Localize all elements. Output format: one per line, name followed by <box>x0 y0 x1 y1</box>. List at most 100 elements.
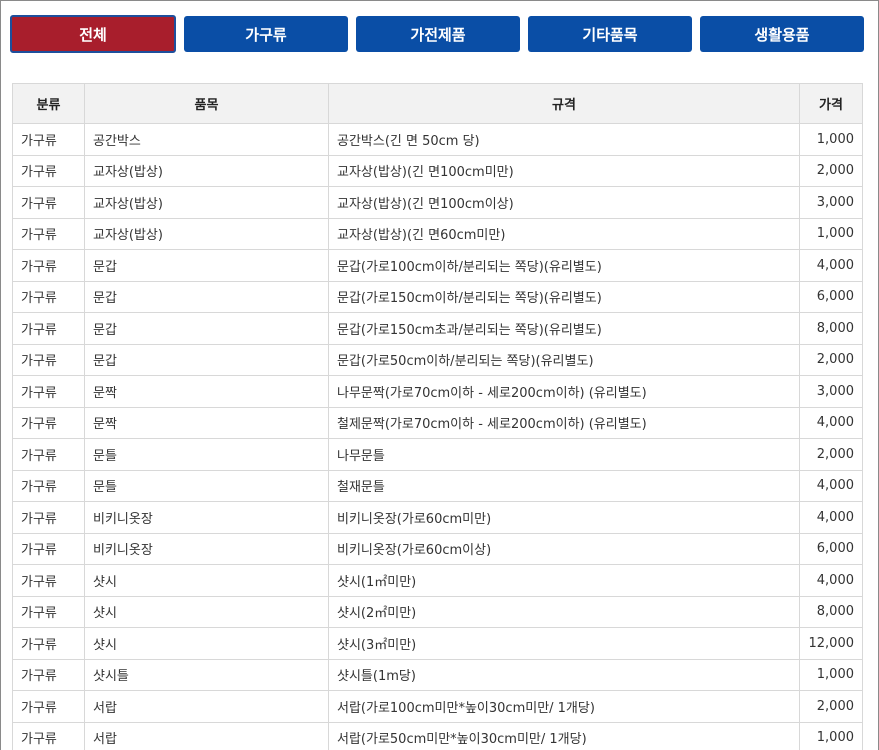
header-item: 품목 <box>84 83 329 124</box>
tab-all[interactable]: 전체 <box>10 15 176 53</box>
table-row: 가구류 샷시 샷시(2㎡미만) 8,000 <box>12 595 863 628</box>
cell-item: 교자상(밥상) <box>84 217 329 250</box>
cell-spec: 샷시(3㎡미만) <box>328 627 800 660</box>
cell-price: 8,000 <box>799 312 863 345</box>
cell-price: 2,000 <box>799 343 863 376</box>
cell-category: 가구류 <box>12 249 85 282</box>
cell-item: 비키니옷장 <box>84 532 329 565</box>
cell-price: 2,000 <box>799 438 863 471</box>
fee-table: 분류 품목 규격 가격 가구류 공간박스 공간박스(긴 면 50cm 당) 1,000… <box>12 83 863 750</box>
cell-category: 가구류 <box>12 658 85 691</box>
cell-category: 가구류 <box>12 406 85 439</box>
cell-spec: 샷시(1㎡미만) <box>328 564 800 597</box>
table-row: 가구류 서랍 서랍(가로100cm미만*높이30cm미만/ 1개당) 2,000 <box>12 690 863 723</box>
cell-spec: 서랍(가로100cm미만*높이30cm미만/ 1개당) <box>328 690 800 723</box>
cell-spec: 샷시(2㎡미만) <box>328 595 800 628</box>
cell-spec: 문갑(가로100cm이하/분리되는 쪽당)(유리별도) <box>328 249 800 282</box>
cell-item: 샷시 <box>84 595 329 628</box>
cell-category: 가구류 <box>12 154 85 187</box>
cell-category: 가구류 <box>12 690 85 723</box>
cell-item: 샷시 <box>84 627 329 660</box>
cell-spec: 공간박스(긴 면 50cm 당) <box>328 123 800 156</box>
cell-price: 12,000 <box>799 627 863 660</box>
cell-spec: 철제문짝(가로70cm이하 - 세로200cm이하) (유리별도) <box>328 406 800 439</box>
cell-price: 2,000 <box>799 690 863 723</box>
fee-table-container: 분류 품목 규격 가격 가구류 공간박스 공간박스(긴 면 50cm 당) 1,000… <box>12 83 863 750</box>
table-header-row: 분류 품목 규격 가격 <box>12 83 863 124</box>
cell-item: 샷시 <box>84 564 329 597</box>
cell-category: 가구류 <box>12 343 85 376</box>
cell-spec: 나무문짝(가로70cm이하 - 세로200cm이하) (유리별도) <box>328 375 800 408</box>
cell-item: 문짝 <box>84 375 329 408</box>
cell-item: 비키니옷장 <box>84 501 329 534</box>
cell-price: 3,000 <box>799 375 863 408</box>
cell-spec: 샷시틀(1m당) <box>328 658 800 691</box>
table-row: 가구류 문갑 문갑(가로150cm초과/분리되는 쪽당)(유리별도) 8,000 <box>12 312 863 345</box>
table-row: 가구류 문갑 문갑(가로50cm이하/분리되는 쪽당)(유리별도) 2,000 <box>12 343 863 376</box>
cell-spec: 문갑(가로150cm초과/분리되는 쪽당)(유리별도) <box>328 312 800 345</box>
cell-spec: 나무문틀 <box>328 438 800 471</box>
cell-price: 6,000 <box>799 280 863 313</box>
table-row: 가구류 문짝 철제문짝(가로70cm이하 - 세로200cm이하) (유리별도) 4,… <box>12 406 863 439</box>
cell-category: 가구류 <box>12 721 85 750</box>
cell-item: 문틀 <box>84 469 329 502</box>
table-row: 가구류 문갑 문갑(가로150cm이하/분리되는 쪽당)(유리별도) 6,000 <box>12 280 863 313</box>
cell-category: 가구류 <box>12 312 85 345</box>
table-row: 가구류 문틀 나무문틀 2,000 <box>12 438 863 471</box>
cell-price: 1,000 <box>799 721 863 750</box>
cell-category: 가구류 <box>12 375 85 408</box>
cell-spec: 서랍(가로50cm미만*높이30cm미만/ 1개당) <box>328 721 800 750</box>
table-row: 가구류 문갑 문갑(가로100cm이하/분리되는 쪽당)(유리별도) 4,000 <box>12 249 863 282</box>
cell-price: 8,000 <box>799 595 863 628</box>
table-row: 가구류 공간박스 공간박스(긴 면 50cm 당) 1,000 <box>12 123 863 156</box>
cell-price: 4,000 <box>799 469 863 502</box>
cell-spec: 비키니옷장(가로60cm미만) <box>328 501 800 534</box>
cell-item: 교자상(밥상) <box>84 186 329 219</box>
cell-spec: 교자상(밥상)(긴 면60cm미만) <box>328 217 800 250</box>
tab-appliances[interactable]: 가전제품 <box>356 16 520 52</box>
cell-price: 6,000 <box>799 532 863 565</box>
table-row: 가구류 교자상(밥상) 교자상(밥상)(긴 면100cm미만) 2,000 <box>12 154 863 187</box>
tab-household[interactable]: 생활용품 <box>700 16 864 52</box>
cell-item: 샷시틀 <box>84 658 329 691</box>
cell-category: 가구류 <box>12 501 85 534</box>
table-row: 가구류 샷시틀 샷시틀(1m당) 1,000 <box>12 658 863 691</box>
cell-category: 가구류 <box>12 438 85 471</box>
header-category: 분류 <box>12 83 85 124</box>
header-price: 가격 <box>799 83 863 124</box>
tab-furniture[interactable]: 가구류 <box>184 16 348 52</box>
cell-category: 가구류 <box>12 627 85 660</box>
table-row: 가구류 문틀 철재문틀 4,000 <box>12 469 863 502</box>
cell-spec: 문갑(가로50cm이하/분리되는 쪽당)(유리별도) <box>328 343 800 376</box>
table-row: 가구류 교자상(밥상) 교자상(밥상)(긴 면60cm미만) 1,000 <box>12 217 863 250</box>
table-row: 가구류 교자상(밥상) 교자상(밥상)(긴 면100cm이상) 3,000 <box>12 186 863 219</box>
cell-item: 교자상(밥상) <box>84 154 329 187</box>
cell-item: 문갑 <box>84 280 329 313</box>
cell-price: 4,000 <box>799 501 863 534</box>
cell-spec: 교자상(밥상)(긴 면100cm이상) <box>328 186 800 219</box>
cell-category: 가구류 <box>12 564 85 597</box>
category-tabs: 전체 가구류 가전제품 기타품목 생활용품 <box>10 15 864 53</box>
cell-category: 가구류 <box>12 217 85 250</box>
table-row: 가구류 문짝 나무문짝(가로70cm이하 - 세로200cm이하) (유리별도) 3,… <box>12 375 863 408</box>
cell-item: 서랍 <box>84 721 329 750</box>
cell-item: 문갑 <box>84 343 329 376</box>
table-row: 가구류 서랍 서랍(가로50cm미만*높이30cm미만/ 1개당) 1,000 <box>12 721 863 750</box>
cell-price: 3,000 <box>799 186 863 219</box>
cell-item: 문갑 <box>84 249 329 282</box>
table-row: 가구류 비키니옷장 비키니옷장(가로60cm이상) 6,000 <box>12 532 863 565</box>
header-spec: 규격 <box>328 83 800 124</box>
cell-item: 서랍 <box>84 690 329 723</box>
cell-spec: 문갑(가로150cm이하/분리되는 쪽당)(유리별도) <box>328 280 800 313</box>
cell-item: 공간박스 <box>84 123 329 156</box>
cell-category: 가구류 <box>12 280 85 313</box>
table-body: 가구류 공간박스 공간박스(긴 면 50cm 당) 1,000 가구류 교자상(밥상) 교자… <box>12 123 863 750</box>
cell-item: 문짝 <box>84 406 329 439</box>
cell-price: 1,000 <box>799 217 863 250</box>
cell-price: 4,000 <box>799 249 863 282</box>
tab-other-items[interactable]: 기타품목 <box>528 16 692 52</box>
cell-price: 1,000 <box>799 123 863 156</box>
cell-spec: 철재문틀 <box>328 469 800 502</box>
cell-category: 가구류 <box>12 595 85 628</box>
cell-category: 가구류 <box>12 186 85 219</box>
